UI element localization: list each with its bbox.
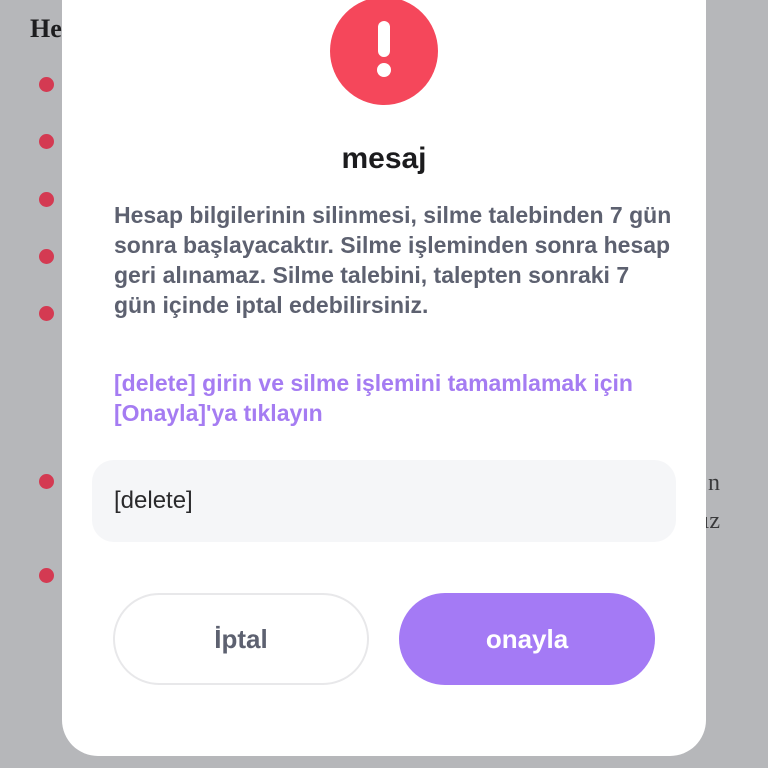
delete-confirmation-field[interactable] [92,460,676,542]
confirm-button[interactable]: onayla [399,593,655,685]
dialog-title: mesaj [341,142,427,175]
dialog-hint: [delete] girin ve silme işlemini tamamla… [114,370,633,426]
background-bullet [39,192,54,207]
background-heading: He [30,14,62,43]
dialog-message: Hesap bilgilerinin silinmesi, silme tale… [114,202,672,318]
cancel-button[interactable]: İptal [113,593,369,685]
background-bullet [39,134,54,149]
background-bullet [39,568,54,583]
exclamation-dot [377,63,391,77]
background-text: n [708,470,720,496]
exclamation-icon [330,0,438,105]
background-bullet [39,77,54,92]
background-bullet [39,306,54,321]
confirm-delete-dialog: mesaj Hesap bilgilerinin silinmesi, silm… [62,0,706,756]
exclamation-bar [378,21,390,57]
background-bullet [39,249,54,264]
background-bullet [39,474,54,489]
delete-confirmation-input[interactable] [114,460,654,542]
